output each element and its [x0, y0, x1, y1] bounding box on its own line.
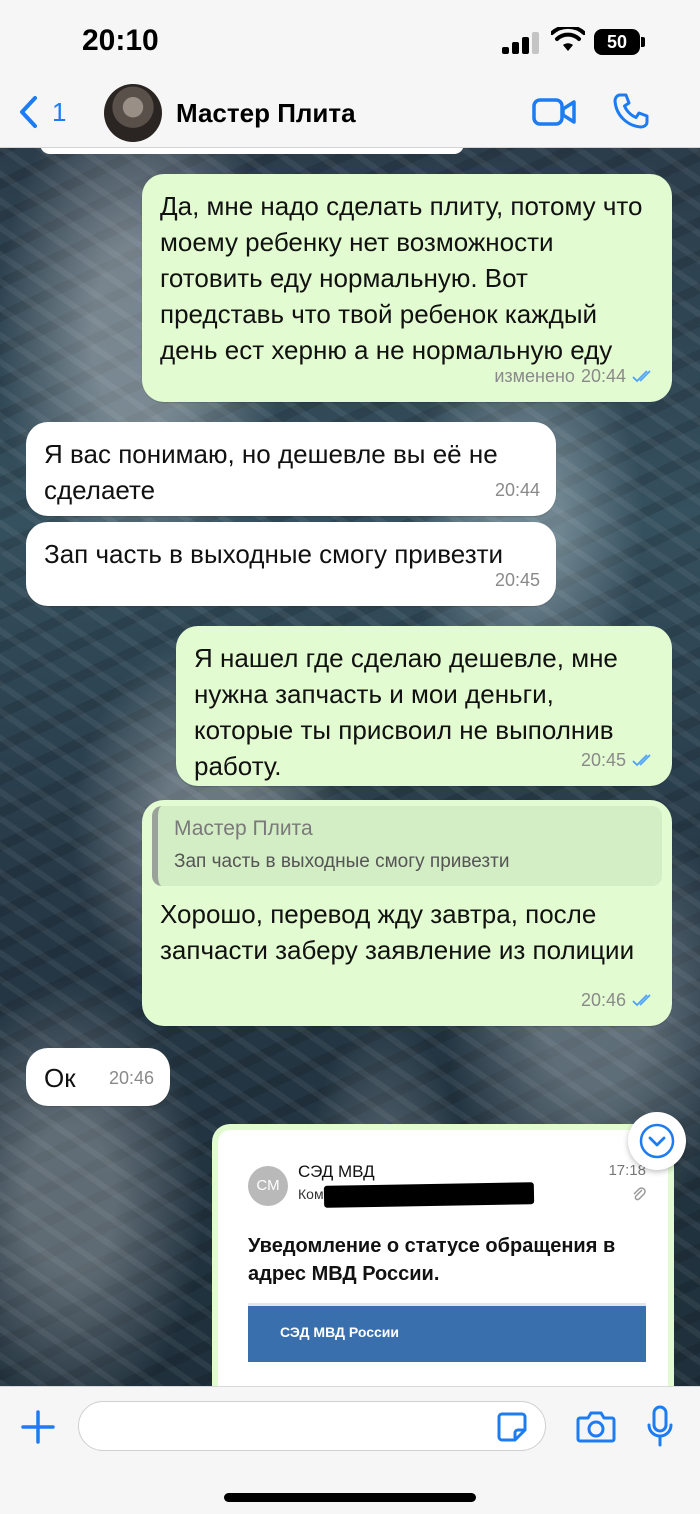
home-indicator — [224, 1493, 476, 1502]
message-time: 20:45 — [580, 750, 626, 770]
message-meta: 20:46 — [581, 982, 656, 1018]
sender-avatar: СМ — [248, 1166, 288, 1206]
outgoing-message[interactable]: Я нашел где сделаю дешевле, мне нужна за… — [176, 626, 672, 786]
cellular-signal-icon — [502, 32, 542, 54]
email-sender-sub: Ком — [298, 1186, 324, 1202]
contact-name[interactable]: Мастер Плита — [176, 98, 356, 129]
sticker-icon[interactable] — [496, 1411, 528, 1443]
read-ticks-icon — [632, 754, 651, 767]
outgoing-reply-message[interactable]: Мастер Плита Зап часть в выходные смогу … — [142, 800, 672, 1026]
message-meta: изменено 20:44 — [494, 358, 656, 394]
email-title: Уведомление о статусе обращения в адрес … — [248, 1235, 616, 1285]
paperclip-icon — [633, 1187, 646, 1201]
battery-level: 50 — [594, 29, 640, 55]
wifi-icon — [551, 27, 585, 51]
image-message[interactable]: СМ СЭД МВД Ком 17:18 Уведомление о стату… — [212, 1124, 674, 1386]
message-time: 20:44 — [580, 366, 626, 386]
contact-avatar[interactable] — [104, 84, 162, 142]
microphone-icon[interactable] — [646, 1405, 674, 1447]
unread-count: 1 — [52, 96, 67, 127]
video-call-icon[interactable] — [532, 96, 576, 128]
read-ticks-icon — [632, 994, 651, 1007]
quoted-author: Мастер Плита — [174, 817, 313, 840]
input-bar — [0, 1386, 700, 1514]
chevron-down-icon — [639, 1123, 675, 1159]
email-banner: СЭД МВД России — [248, 1306, 646, 1362]
camera-icon[interactable] — [576, 1409, 616, 1443]
message-time: 20:46 — [108, 1068, 154, 1088]
message-meta: 20:44 — [495, 472, 540, 508]
message-time: 20:44 — [494, 480, 540, 500]
chevron-left-icon — [20, 96, 37, 128]
message-meta: 20:45 — [495, 562, 540, 598]
redaction-bar — [323, 1182, 535, 1208]
message-text: Хорошо, перевод жду завтра, после запчас… — [160, 899, 635, 965]
message-text: Я вас понимаю, но дешевле вы её не сдела… — [44, 439, 498, 505]
read-ticks-icon — [632, 370, 651, 383]
message-time: 20:45 — [494, 570, 540, 590]
quoted-text: Зап часть в выходные смогу привезти — [174, 851, 510, 872]
email-screenshot[interactable]: СМ СЭД МВД Ком 17:18 Уведомление о стату… — [218, 1130, 668, 1386]
email-sender: СЭД МВД — [298, 1162, 375, 1181]
message-meta: 20:46 — [109, 1060, 154, 1096]
scroll-to-bottom-button[interactable] — [628, 1112, 686, 1170]
partial-message-bubble — [40, 148, 464, 154]
message-text: Зап часть в выходные смогу привезти — [44, 539, 504, 569]
incoming-message[interactable]: Ок 20:46 — [26, 1048, 170, 1106]
message-text: Да, мне надо сделать плиту, потому что м… — [160, 191, 643, 365]
incoming-message[interactable]: Я вас понимаю, но дешевле вы её не сдела… — [26, 422, 556, 516]
phone-icon[interactable] — [612, 92, 650, 130]
quoted-reply[interactable]: Мастер Плита Зап часть в выходные смогу … — [152, 806, 662, 886]
edited-label: изменено — [494, 366, 575, 386]
plus-icon[interactable] — [20, 1409, 56, 1445]
message-input[interactable] — [78, 1401, 546, 1451]
status-time: 20:10 — [82, 24, 159, 57]
chat-area[interactable]: Да, мне надо сделать плиту, потому что м… — [0, 148, 700, 1386]
message-time: 20:46 — [580, 990, 626, 1010]
battery-icon: 50 — [594, 29, 646, 55]
back-button[interactable]: 1 — [18, 94, 66, 130]
outgoing-message[interactable]: Да, мне надо сделать плиту, потому что м… — [142, 174, 672, 402]
incoming-message[interactable]: Зап часть в выходные смогу привезти 20:4… — [26, 522, 556, 606]
top-bar: 20:10 50 1 Мастер Плита — [0, 0, 700, 148]
message-meta: 20:45 — [581, 742, 656, 778]
